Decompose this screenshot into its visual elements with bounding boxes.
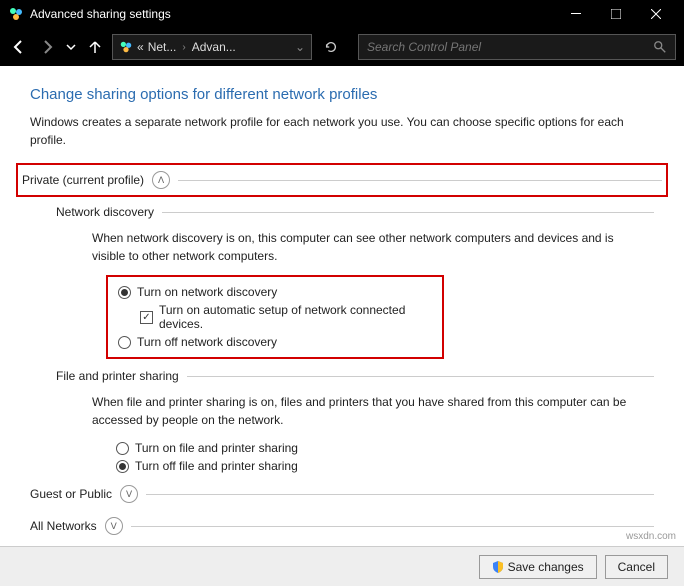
- window-title: Advanced sharing settings: [30, 7, 556, 21]
- checkbox-label: Turn on automatic setup of network conne…: [159, 303, 432, 331]
- address-bar[interactable]: « Net... › Advan... ⌄: [112, 34, 312, 60]
- subsection-title: Network discovery: [56, 205, 654, 219]
- radio-fileprinter-on[interactable]: Turn on file and printer sharing: [116, 439, 654, 457]
- close-button[interactable]: [636, 0, 676, 28]
- footer: Save changes Cancel: [0, 546, 684, 586]
- radio-fileprinter-off[interactable]: Turn off file and printer sharing: [116, 457, 654, 475]
- radio-icon: [118, 286, 131, 299]
- radio-label: Turn off file and printer sharing: [135, 459, 298, 473]
- radio-icon: [116, 460, 129, 473]
- radio-discovery-off[interactable]: Turn off network discovery: [118, 333, 432, 351]
- profile-private: Private (current profile) ᐱ Network disc…: [30, 163, 654, 475]
- page-subtitle: Windows creates a separate network profi…: [30, 113, 654, 149]
- up-button[interactable]: [84, 36, 106, 58]
- profile-label: Guest or Public: [30, 487, 112, 501]
- profile-header-private[interactable]: Private (current profile) ᐱ: [22, 167, 662, 193]
- network-discovery-section: Network discovery When network discovery…: [56, 205, 654, 359]
- expand-icon[interactable]: ᐯ: [120, 485, 138, 503]
- addr-seg1[interactable]: Net...: [148, 40, 177, 54]
- radio-discovery-on[interactable]: Turn on network discovery: [118, 283, 432, 301]
- content-area: Change sharing options for different net…: [0, 66, 684, 546]
- profile-all: All Networks ᐯ: [30, 513, 654, 539]
- checkbox-icon: [140, 311, 153, 324]
- refresh-button[interactable]: [318, 34, 344, 60]
- maximize-button[interactable]: [596, 0, 636, 28]
- collapse-icon[interactable]: ᐱ: [152, 171, 170, 189]
- checkbox-auto-setup[interactable]: Turn on automatic setup of network conne…: [140, 301, 432, 333]
- back-button[interactable]: [8, 36, 30, 58]
- profile-label: Private (current profile): [22, 173, 144, 187]
- radio-label: Turn off network discovery: [137, 335, 277, 349]
- toolbar: « Net... › Advan... ⌄: [0, 28, 684, 66]
- subsection-title: File and printer sharing: [56, 369, 654, 383]
- file-printer-section: File and printer sharing When file and p…: [56, 369, 654, 475]
- radio-icon: [116, 442, 129, 455]
- app-icon: [8, 6, 24, 22]
- search-input[interactable]: [367, 40, 653, 54]
- shield-icon: [492, 561, 504, 573]
- search-bar[interactable]: [358, 34, 676, 60]
- save-label: Save changes: [508, 560, 584, 574]
- profile-header-all[interactable]: All Networks ᐯ: [30, 513, 654, 539]
- titlebar: Advanced sharing settings: [0, 0, 684, 28]
- history-dropdown[interactable]: [64, 36, 78, 58]
- profile-label: All Networks: [30, 519, 97, 533]
- forward-button[interactable]: [36, 36, 58, 58]
- save-button[interactable]: Save changes: [479, 555, 597, 579]
- subsection-desc: When network discovery is on, this compu…: [92, 229, 634, 265]
- window-controls: [556, 0, 676, 28]
- addr-dropdown-icon[interactable]: ⌄: [295, 40, 305, 54]
- cancel-label: Cancel: [618, 560, 655, 574]
- addr-prefix: «: [137, 40, 144, 54]
- expand-icon[interactable]: ᐯ: [105, 517, 123, 535]
- radio-icon: [118, 336, 131, 349]
- file-printer-options: Turn on file and printer sharing Turn of…: [116, 439, 654, 475]
- highlight-box-header: Private (current profile) ᐱ: [16, 163, 668, 197]
- radio-label: Turn on file and printer sharing: [135, 441, 298, 455]
- subsection-desc: When file and printer sharing is on, fil…: [92, 393, 634, 429]
- radio-label: Turn on network discovery: [137, 285, 277, 299]
- chevron-right-icon: ›: [182, 42, 185, 53]
- watermark: wsxdn.com: [626, 531, 676, 542]
- highlight-box-options: Turn on network discovery Turn on automa…: [106, 275, 444, 359]
- search-icon: [653, 40, 667, 54]
- folder-icon: [119, 40, 133, 54]
- page-title: Change sharing options for different net…: [30, 86, 654, 103]
- cancel-button[interactable]: Cancel: [605, 555, 668, 579]
- profile-guest: Guest or Public ᐯ: [30, 481, 654, 507]
- profile-header-guest[interactable]: Guest or Public ᐯ: [30, 481, 654, 507]
- addr-seg2[interactable]: Advan...: [192, 40, 236, 54]
- minimize-button[interactable]: [556, 0, 596, 28]
